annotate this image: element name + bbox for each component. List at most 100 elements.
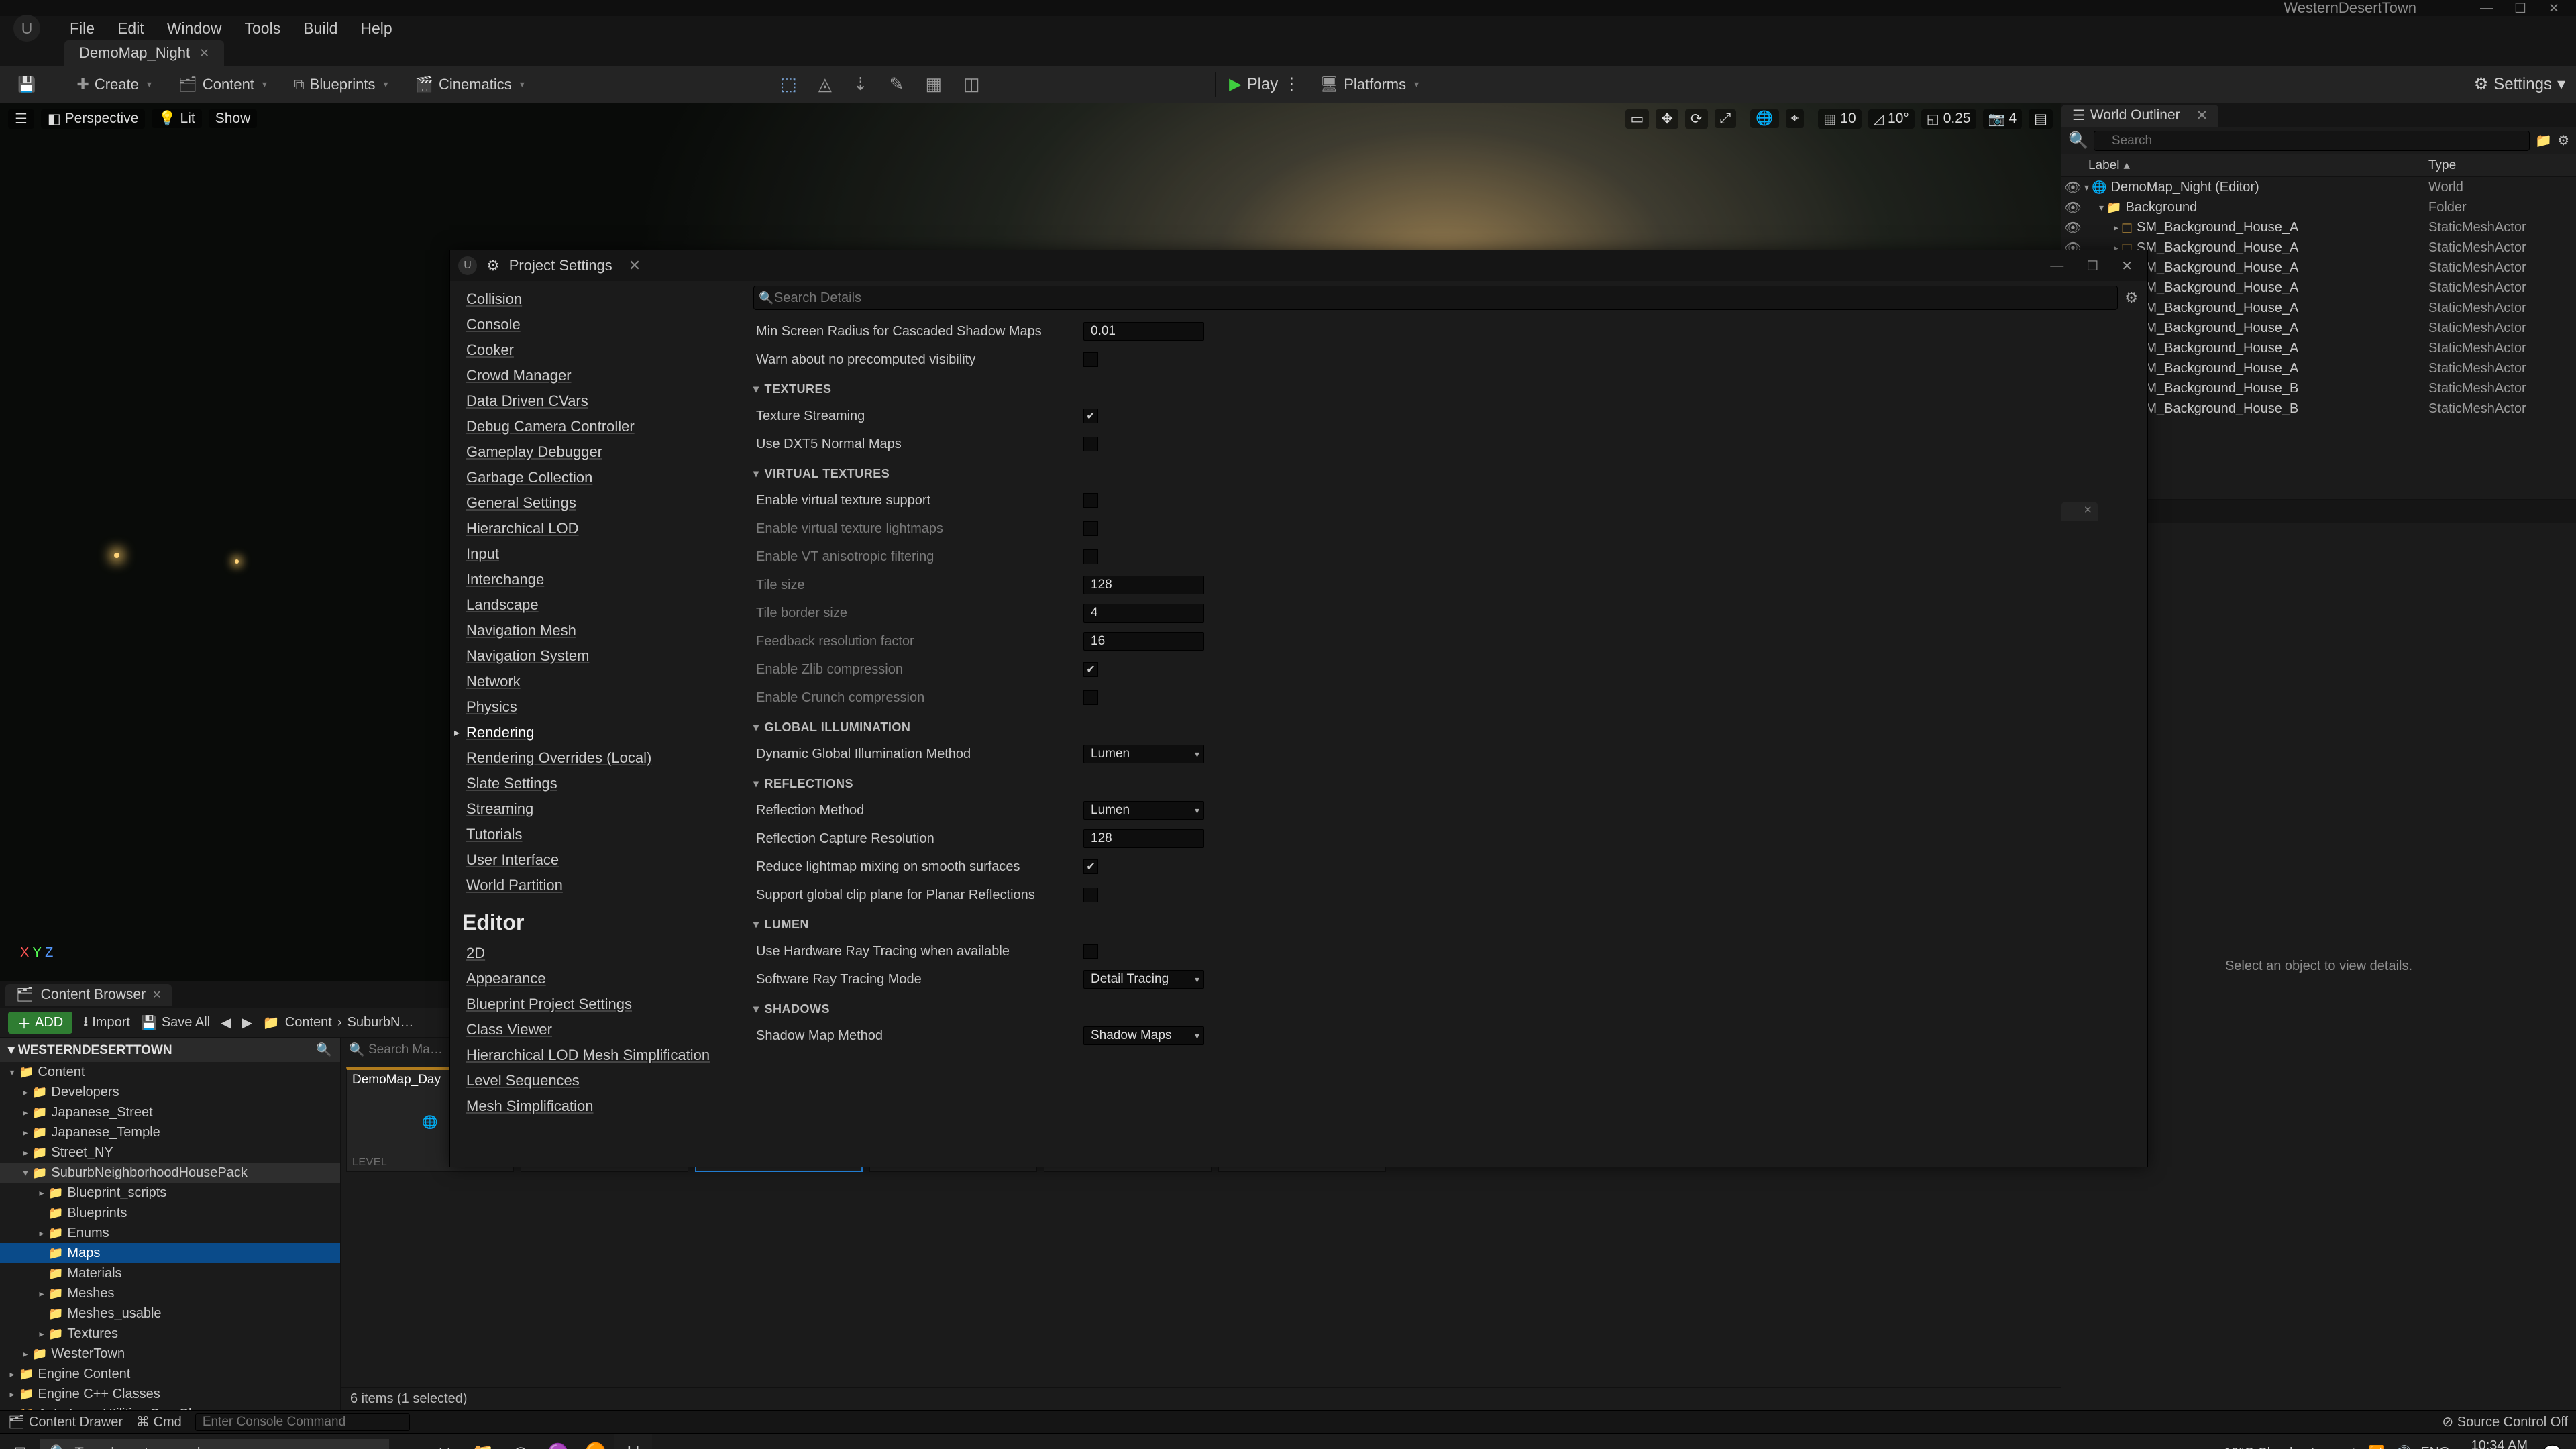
window-maximize-icon[interactable]: ☐: [2080, 258, 2105, 274]
nvidia-icon[interactable]: ◆: [2349, 1444, 2359, 1449]
tree-node[interactable]: ▸📁Meshes: [0, 1283, 340, 1303]
grid-snap[interactable]: ▦10: [1818, 109, 1861, 129]
tree-node[interactable]: ▾📁SuburbNeighborhoodHousePack: [0, 1163, 340, 1183]
search-icon[interactable]: 🔍: [316, 1042, 332, 1058]
settings-category[interactable]: Crowd Manager: [450, 363, 744, 388]
content-drawer-button[interactable]: 🗂 Content Drawer: [8, 1413, 123, 1430]
close-button[interactable]: ✕: [2537, 0, 2571, 17]
onedrive-icon[interactable]: ☁: [2326, 1444, 2339, 1449]
mode-foliage-icon[interactable]: ⇣: [849, 74, 872, 95]
outliner-search-input[interactable]: [2094, 131, 2530, 151]
history-back-icon[interactable]: ◀: [221, 1014, 231, 1031]
dropdown[interactable]: Detail Tracing▾: [1083, 970, 1204, 989]
viewport[interactable]: ☰ ◧Perspective 💡Lit Show ▭ ✥ ⟳ ⤢ 🌐 ⌖ ▦10…: [0, 103, 2061, 981]
menu-edit[interactable]: Edit: [117, 19, 144, 38]
settings-category[interactable]: Debug Camera Controller: [450, 414, 744, 439]
checkbox[interactable]: [1083, 352, 1098, 367]
cinematics-button[interactable]: 🎬Cinematics▾: [409, 73, 531, 96]
settings-category[interactable]: Class Viewer: [450, 1017, 744, 1042]
task-view-icon[interactable]: ⧉: [427, 1434, 464, 1449]
number-field[interactable]: 0.01: [1083, 322, 1204, 341]
discord-icon[interactable]: 🟣: [539, 1434, 577, 1449]
asset-search-input[interactable]: Search Ma…: [368, 1042, 443, 1057]
settings-category[interactable]: General Settings: [450, 490, 744, 516]
transform-scale-icon[interactable]: ⤢: [1715, 109, 1737, 128]
settings-button[interactable]: ⚙Settings▾: [2474, 74, 2565, 94]
close-icon[interactable]: ✕: [2084, 504, 2092, 516]
tree-node[interactable]: ▸📁ActorLayerUtilities C++ Classes: [0, 1404, 340, 1410]
history-fwd-icon[interactable]: ▶: [241, 1014, 252, 1031]
settings-category[interactable]: Garbage Collection: [450, 465, 744, 490]
tree-node[interactable]: 📁Maps: [0, 1243, 340, 1263]
settings-category[interactable]: Rendering Overrides (Local): [450, 745, 744, 771]
settings-category[interactable]: World Partition: [450, 873, 744, 898]
settings-category[interactable]: Hierarchical LOD Mesh Simplification: [450, 1042, 744, 1068]
settings-category[interactable]: Physics: [450, 694, 744, 720]
settings-category[interactable]: Hierarchical LOD: [450, 516, 744, 541]
settings-category[interactable]: Network: [450, 669, 744, 694]
world-outliner-tab[interactable]: ☰World Outliner✕: [2061, 105, 2218, 127]
tree-node[interactable]: ▸📁WesterTown: [0, 1344, 340, 1364]
checkbox[interactable]: [1083, 859, 1098, 874]
weather-widget[interactable]: ☁ 19°C Cloudy: [2206, 1444, 2299, 1449]
explorer-icon[interactable]: 📁: [464, 1434, 502, 1449]
viewport-perspective[interactable]: ◧Perspective: [41, 109, 146, 129]
checkbox[interactable]: [1083, 944, 1098, 959]
settings-category[interactable]: User Interface: [450, 847, 744, 873]
menu-window[interactable]: Window: [167, 19, 222, 38]
settings-section-header[interactable]: ▾VIRTUAL TEXTURES: [753, 461, 2138, 486]
tree-node[interactable]: 📁Materials: [0, 1263, 340, 1283]
language-indicator[interactable]: ENG: [2420, 1445, 2449, 1449]
checkbox[interactable]: [1083, 493, 1098, 508]
chrome-icon[interactable]: ◉: [502, 1434, 539, 1449]
transform-move-icon[interactable]: ✥: [1656, 109, 1678, 129]
settings-category[interactable]: Console: [450, 312, 744, 337]
mode-landscape-icon[interactable]: ◬: [814, 74, 836, 95]
cortana-icon[interactable]: ○: [389, 1434, 427, 1449]
tree-node[interactable]: ▸📁Blueprint_scripts: [0, 1183, 340, 1203]
settings-category[interactable]: Navigation Mesh: [450, 618, 744, 643]
settings-section-header[interactable]: ▾TEXTURES: [753, 376, 2138, 402]
settings-category-list[interactable]: CollisionConsoleCookerCrowd ManagerData …: [450, 281, 744, 1167]
scale-snap[interactable]: ◱0.25: [1921, 109, 1976, 129]
checkbox[interactable]: [1083, 409, 1098, 423]
source-control-button[interactable]: ⊘ Source Control Off: [2442, 1413, 2568, 1430]
taskbar-search[interactable]: 🔍Type here to search: [40, 1439, 389, 1449]
tree-node[interactable]: ▸📁Street_NY: [0, 1142, 340, 1163]
mode-fracture-icon[interactable]: ◫: [959, 74, 984, 95]
settings-section-header[interactable]: ▾LUMEN: [753, 912, 2138, 937]
settings-category[interactable]: Navigation System: [450, 643, 744, 669]
viewport-menu-icon[interactable]: ☰: [8, 109, 34, 129]
save-all-button[interactable]: 💾Save All: [141, 1014, 210, 1031]
maximize-button[interactable]: ☐: [2504, 0, 2537, 17]
settings-section-header[interactable]: ▾GLOBAL ILLUMINATION: [753, 714, 2138, 740]
tree-node[interactable]: ▸📁Engine Content: [0, 1364, 340, 1384]
checkbox[interactable]: [1083, 521, 1098, 536]
number-field[interactable]: 4: [1083, 604, 1204, 623]
settings-category[interactable]: Mesh Simplification: [450, 1093, 744, 1119]
settings-category[interactable]: Cooker: [450, 337, 744, 363]
close-icon[interactable]: ✕: [199, 46, 209, 60]
start-button[interactable]: ⊞: [0, 1434, 40, 1449]
window-close-icon[interactable]: ✕: [2114, 258, 2139, 274]
coord-space-icon[interactable]: 🌐: [1750, 109, 1778, 128]
import-button[interactable]: ⭳Import: [83, 1012, 130, 1034]
outliner-header[interactable]: Label▴ Type: [2061, 154, 2576, 177]
number-field[interactable]: 16: [1083, 632, 1204, 651]
tree-node[interactable]: ▸📁Enums: [0, 1223, 340, 1243]
settings-category[interactable]: Slate Settings: [450, 771, 744, 796]
menu-help[interactable]: Help: [360, 19, 392, 38]
settings-category[interactable]: Level Sequences: [450, 1068, 744, 1093]
transform-select-icon[interactable]: ▭: [1625, 109, 1650, 129]
number-field[interactable]: 128: [1083, 829, 1204, 848]
level-tab[interactable]: DemoMap_Night ✕: [64, 40, 224, 66]
tree-node[interactable]: 📁Blueprints: [0, 1203, 340, 1223]
checkbox[interactable]: [1083, 690, 1098, 705]
details-tab[interactable]: ✕: [2061, 502, 2098, 521]
platforms-button[interactable]: 🖥Platforms▾: [1313, 73, 1426, 96]
window-minimize-icon[interactable]: —: [2043, 258, 2070, 274]
settings-section-header[interactable]: ▾REFLECTIONS: [753, 771, 2138, 796]
settings-category[interactable]: Rendering: [450, 720, 744, 745]
content-tree[interactable]: ▾ WESTERNDESERTTOWN 🔍 ▾📁Content▸📁Develop…: [0, 1038, 341, 1410]
create-button[interactable]: ✚Create▾: [70, 73, 158, 96]
